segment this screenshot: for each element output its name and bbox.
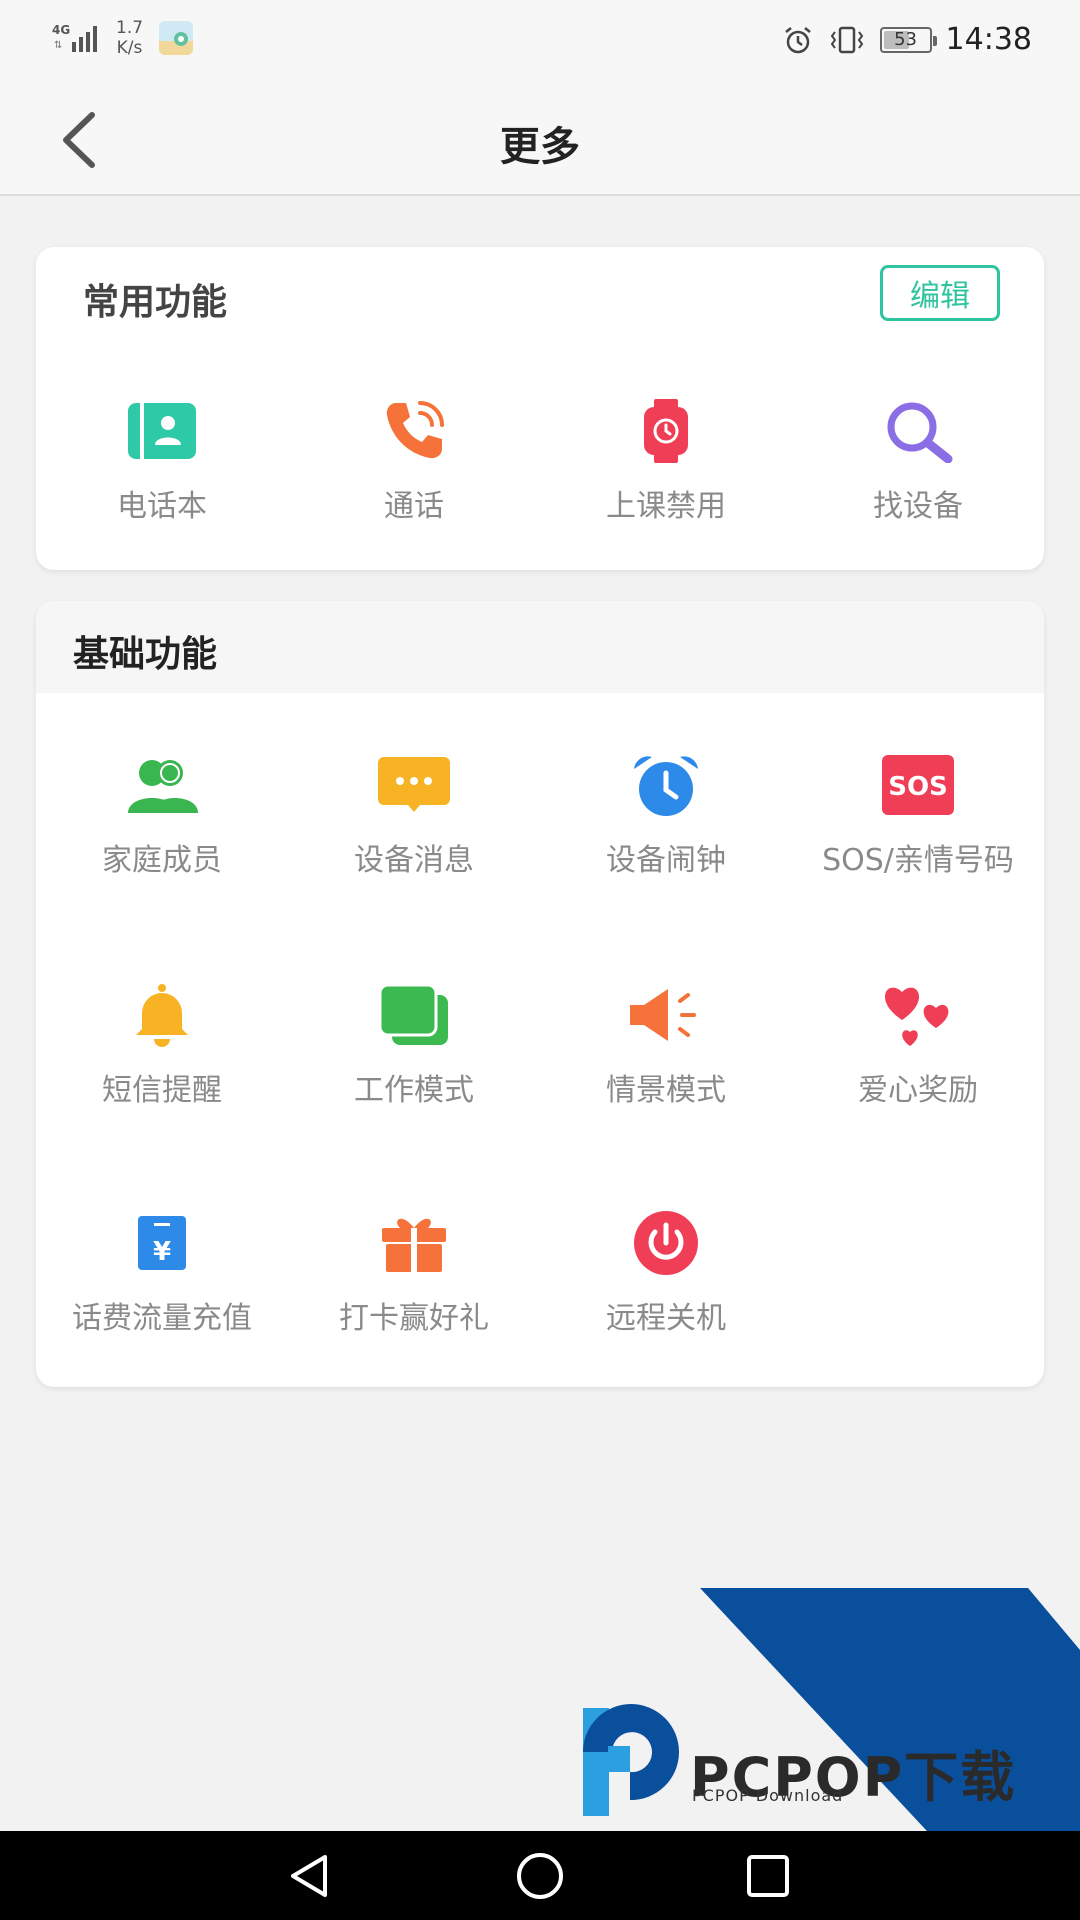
recharge-item[interactable]: ¥ 话费流量充值 <box>36 1205 288 1337</box>
gift-icon <box>376 1205 452 1281</box>
edit-button[interactable]: 编辑 <box>880 265 1000 321</box>
svg-text:SOS: SOS <box>888 772 948 802</box>
app-notification-icon <box>159 21 194 55</box>
back-triangle-icon <box>291 1855 327 1897</box>
nav-home-button[interactable] <box>510 1848 570 1904</box>
pcpop-logo-icon <box>583 1704 680 1816</box>
nav-back-button[interactable] <box>280 1848 340 1904</box>
work-mode-label: 工作模式 <box>354 1073 474 1108</box>
common-functions-title: 常用功能 <box>83 282 228 323</box>
watermark-sub: PCPOP Download <box>692 1786 844 1805</box>
home-circle-icon <box>517 1853 563 1899</box>
battery-icon: 53 <box>879 26 937 53</box>
recharge-icon: ¥ <box>124 1205 200 1281</box>
basic-functions-card: 基础功能 家庭成员 设备消息 设备闹钟 SOS SOS/亲情号码 短信提醒 工作… <box>36 601 1044 1387</box>
work-mode-item[interactable]: 工作模式 <box>288 977 540 1109</box>
svg-text:¥: ¥ <box>153 1237 171 1267</box>
sos-icon: SOS <box>880 747 956 823</box>
common-functions-card: 常用功能 编辑 电话本 通话 上课禁用 找设备 <box>36 247 1044 570</box>
phonebook-label: 电话本 <box>117 489 207 524</box>
page-header: 更多 <box>0 84 1080 196</box>
love-reward-item[interactable]: 爱心奖励 <box>792 977 1044 1109</box>
scene-mode-label: 情景模式 <box>606 1073 726 1108</box>
layers-icon <box>376 977 452 1053</box>
network-type: 4G <box>52 23 71 37</box>
vibrate-icon <box>830 26 863 53</box>
power-icon <box>628 1205 704 1281</box>
status-time: 14:38 <box>945 22 1032 57</box>
checkin-gift-label: 打卡赢好礼 <box>339 1301 489 1336</box>
hearts-icon <box>880 977 956 1053</box>
network-speed-unit: K/s <box>116 38 143 58</box>
class-disable-label: 上课禁用 <box>606 489 726 524</box>
alarm-clock-icon <box>628 747 704 823</box>
love-reward-label: 爱心奖励 <box>858 1073 978 1108</box>
sms-reminder-item[interactable]: 短信提醒 <box>36 977 288 1109</box>
network-speed-value: 1.7 <box>116 18 144 38</box>
recents-square-icon <box>747 1855 789 1897</box>
data-arrows-icon: ⇅ <box>54 40 63 51</box>
family-members-item[interactable]: 家庭成员 <box>36 747 288 879</box>
sos-label: SOS/亲情号码 <box>822 843 1014 878</box>
call-item[interactable]: 通话 <box>288 393 540 525</box>
network-speed: 1.7 K/s <box>116 18 143 58</box>
nav-recents-button[interactable] <box>738 1848 798 1904</box>
basic-functions-title: 基础功能 <box>73 634 218 675</box>
watermark-brand: PCPOP下载 <box>690 1746 1017 1809</box>
page-title: 更多 <box>500 124 580 170</box>
status-bar: 4G ⇅ 1.7 K/s 53 14:38 <box>0 0 1080 84</box>
speaker-icon <box>628 977 704 1053</box>
remote-shutdown-item[interactable]: 远程关机 <box>540 1205 792 1337</box>
device-message-item[interactable]: 设备消息 <box>288 747 540 879</box>
sms-reminder-label: 短信提醒 <box>102 1073 222 1108</box>
find-device-label: 找设备 <box>873 489 963 524</box>
search-icon <box>880 393 956 469</box>
phonebook-item[interactable]: 电话本 <box>36 393 288 525</box>
family-members-icon <box>124 747 200 823</box>
device-message-label: 设备消息 <box>354 843 474 878</box>
device-alarm-label: 设备闹钟 <box>606 843 726 878</box>
class-disable-item[interactable]: 上课禁用 <box>540 393 792 525</box>
contacts-book-icon <box>124 393 200 469</box>
bell-icon <box>124 977 200 1053</box>
phone-call-icon <box>376 393 452 469</box>
battery-level: 53 <box>894 29 917 50</box>
call-label: 通话 <box>384 489 444 524</box>
checkin-gift-item[interactable]: 打卡赢好礼 <box>288 1205 540 1337</box>
device-alarm-item[interactable]: 设备闹钟 <box>540 747 792 879</box>
sos-item[interactable]: SOS SOS/亲情号码 <box>792 747 1044 879</box>
find-device-item[interactable]: 找设备 <box>792 393 1044 525</box>
signal-icon: 4G ⇅ <box>52 18 104 58</box>
remote-shutdown-label: 远程关机 <box>606 1301 726 1336</box>
alarm-icon <box>784 26 811 53</box>
family-members-label: 家庭成员 <box>102 843 222 878</box>
message-bubble-icon <box>376 747 452 823</box>
recharge-label: 话费流量充值 <box>72 1301 252 1336</box>
watch-icon <box>628 393 704 469</box>
system-nav-bar <box>0 1831 1080 1920</box>
scene-mode-item[interactable]: 情景模式 <box>540 977 792 1109</box>
